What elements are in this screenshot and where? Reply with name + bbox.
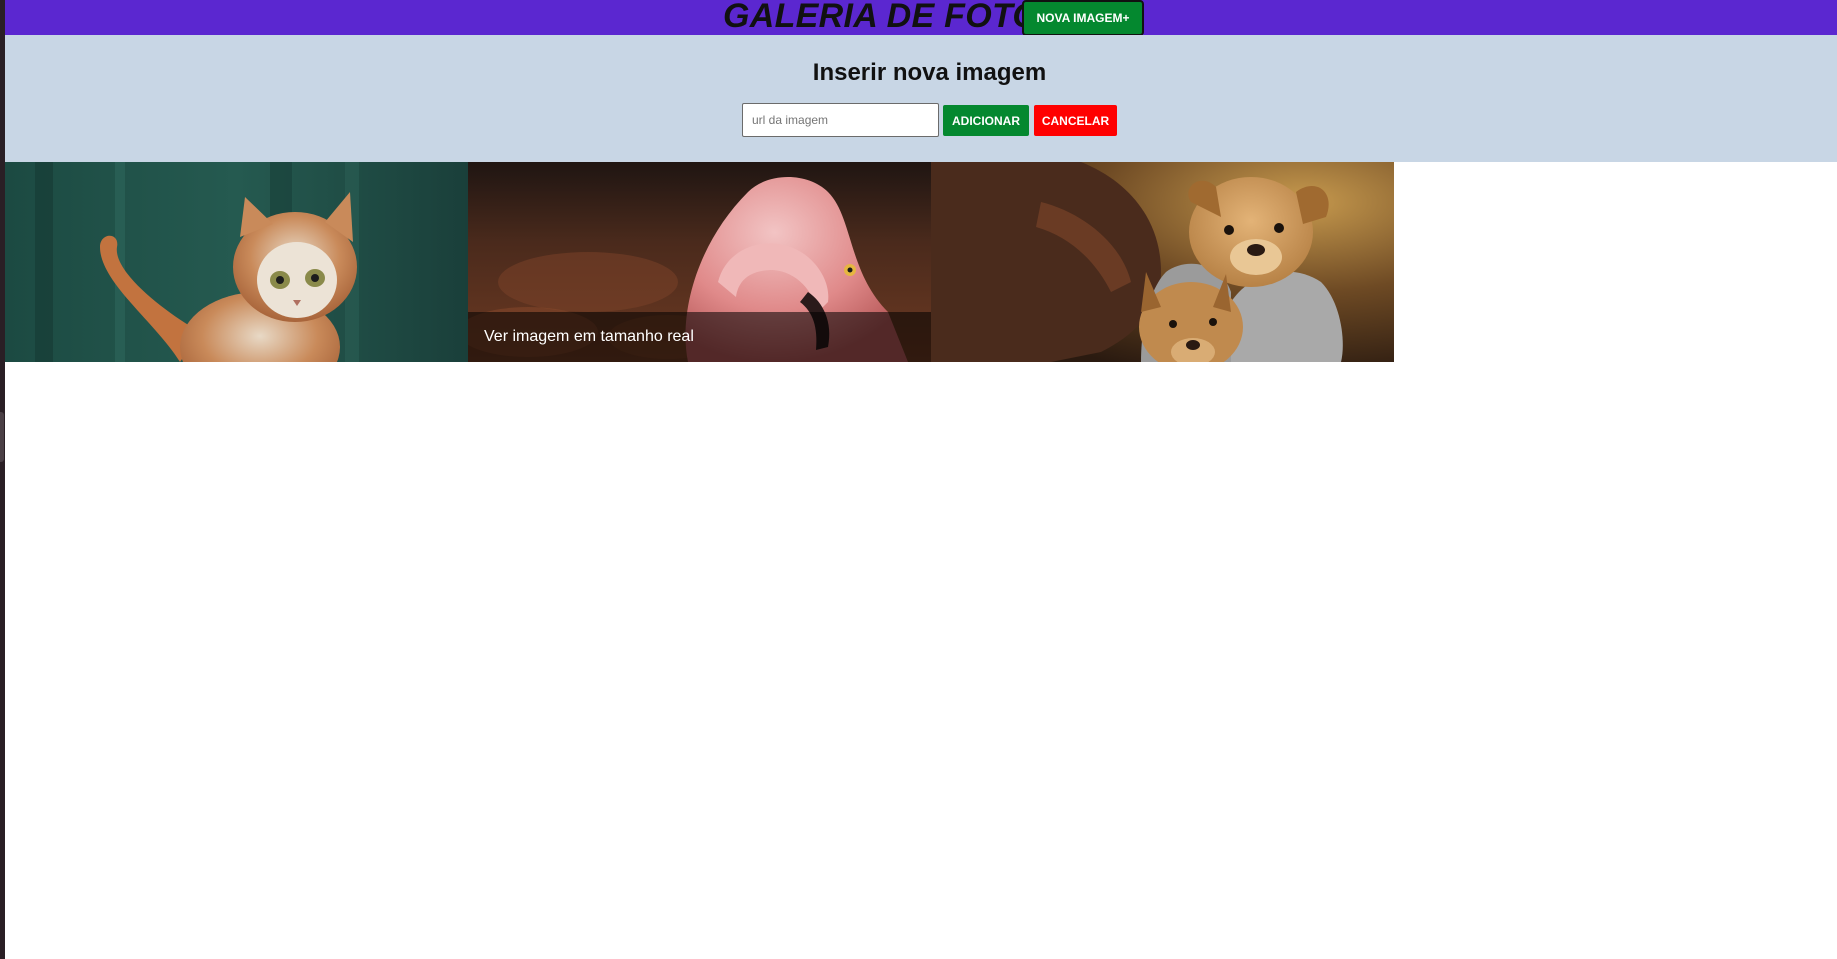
gallery-photo-puppies[interactable] <box>931 162 1394 362</box>
add-image-button[interactable]: ADICIONAR <box>943 105 1029 136</box>
new-image-button[interactable]: NOVA IMAGEM+ <box>1022 0 1144 36</box>
top-header: GALERIA DE FOTOS NOVA IMAGEM+ <box>5 0 1837 36</box>
gallery-photo-flamingo[interactable]: Ver imagem em tamanho real <box>468 162 931 362</box>
gallery-photo-cat[interactable] <box>5 162 468 362</box>
photo-overlay[interactable]: Ver imagem em tamanho real <box>468 312 931 362</box>
image-url-input[interactable] <box>742 103 939 137</box>
cat-image <box>5 162 468 362</box>
insert-panel-title: Inserir nova imagem <box>812 59 1047 86</box>
gallery-title: GALERIA DE FOTOS <box>723 0 1063 35</box>
photo-gallery: Ver imagem em tamanho real <box>5 162 1394 362</box>
page: GALERIA DE FOTOS NOVA IMAGEM+ Inserir no… <box>5 0 1837 959</box>
cancel-button[interactable]: CANCELAR <box>1034 105 1117 136</box>
puppies-image <box>931 162 1394 362</box>
view-full-size-link[interactable]: Ver imagem em tamanho real <box>484 328 694 346</box>
resize-handle[interactable] <box>0 412 4 462</box>
insert-image-panel: Inserir nova imagem ADICIONAR CANCELAR <box>5 35 1837 162</box>
